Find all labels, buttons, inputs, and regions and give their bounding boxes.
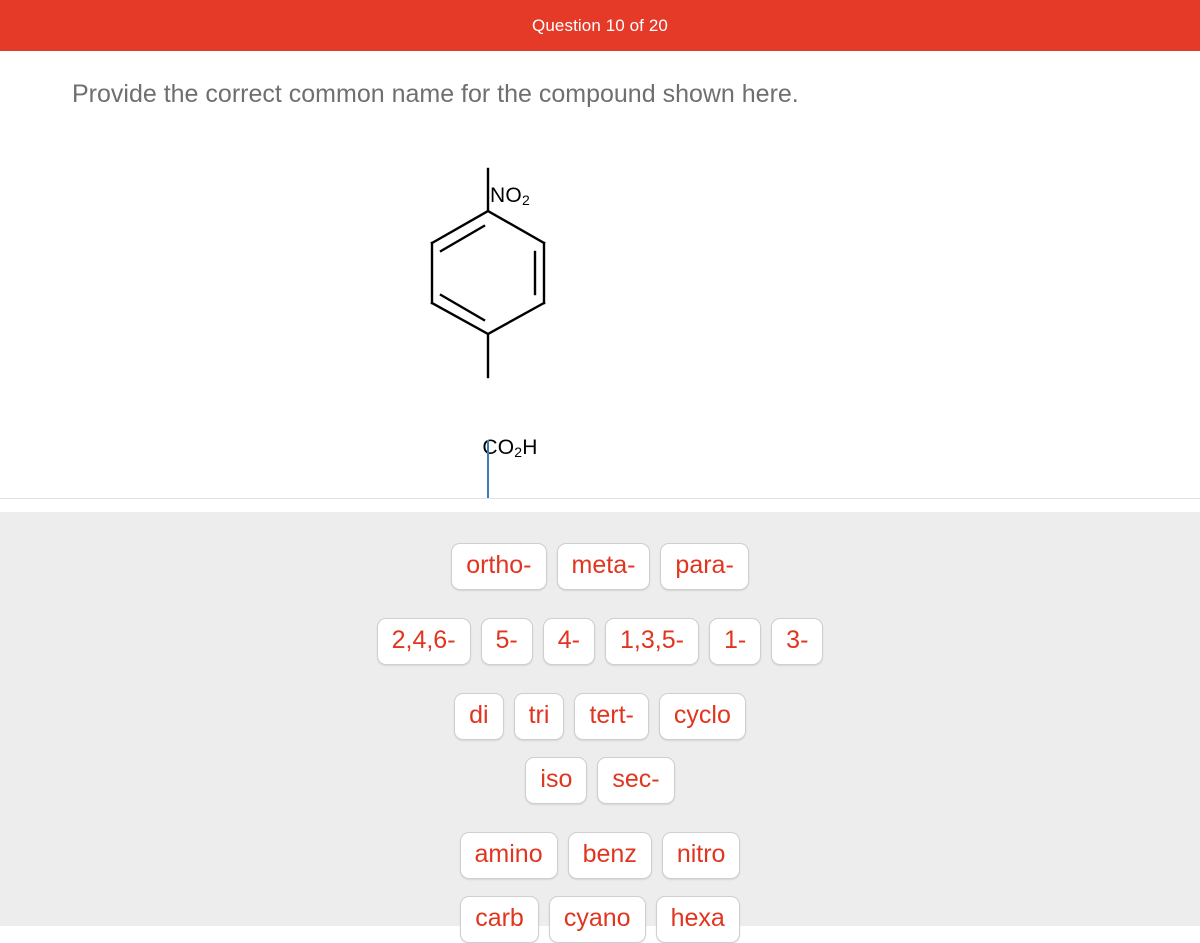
answer-tile[interactable]: iso: [525, 757, 588, 804]
answer-tile[interactable]: ortho-: [451, 543, 547, 590]
tile-row-4: iso sec-: [0, 757, 1200, 804]
answer-tile[interactable]: nitro: [661, 832, 741, 879]
question-panel: Provide the correct common name for the …: [0, 51, 1200, 512]
answer-tile[interactable]: hexa: [655, 896, 740, 943]
answer-tile[interactable]: 5-: [480, 618, 533, 665]
answer-tile[interactable]: 4-: [542, 618, 595, 665]
question-prompt-text: Provide the correct common name for the …: [72, 80, 799, 108]
tile-row-2: 2,4,6- 5- 4- 1,3,5- 1- 3-: [0, 618, 1200, 665]
tile-row-1: ortho- meta- para-: [0, 543, 1200, 590]
tile-row-3: di tri tert- cyclo: [0, 693, 1200, 740]
question-header-bar: Question 10 of 20: [0, 0, 1200, 51]
answer-tile[interactable]: carb: [460, 896, 539, 943]
answer-tile[interactable]: amino: [459, 832, 558, 879]
benzene-ring-svg: [430, 167, 546, 379]
answer-tile[interactable]: tri: [513, 693, 565, 740]
tile-row-6: carb cyano hexa: [0, 896, 1200, 943]
answer-tile-tray: ortho- meta- para- 2,4,6- 5- 4- 1,3,5- 1…: [0, 512, 1200, 943]
answer-tile[interactable]: benz: [567, 832, 652, 879]
answer-tile[interactable]: cyclo: [658, 693, 746, 740]
answer-tile[interactable]: 1,3,5-: [605, 618, 699, 665]
answer-tile[interactable]: tert-: [574, 693, 649, 740]
answer-input-area[interactable]: [0, 440, 1200, 512]
nitro-label-text: NO: [490, 184, 522, 207]
answer-tile[interactable]: di: [454, 693, 504, 740]
answer-tile[interactable]: 3-: [771, 618, 824, 665]
answer-tile[interactable]: sec-: [597, 757, 675, 804]
nitro-label-subscript: 2: [521, 192, 530, 209]
text-cursor-caret: [487, 440, 489, 498]
tile-row-5: amino benz nitro: [0, 832, 1200, 879]
question-counter-label: Question 10 of 20: [532, 16, 668, 35]
substituent-label-nitro: NO2: [400, 184, 620, 208]
panel-divider: [0, 498, 1200, 499]
answer-tile[interactable]: cyano: [548, 896, 646, 943]
answer-tile[interactable]: meta-: [556, 543, 651, 590]
answer-tile[interactable]: 1-: [708, 618, 762, 665]
answer-tile[interactable]: para-: [660, 543, 749, 590]
answer-tile[interactable]: 2,4,6-: [376, 618, 471, 665]
molecule-structure-diagram: NO2 CO2H: [400, 125, 620, 459]
